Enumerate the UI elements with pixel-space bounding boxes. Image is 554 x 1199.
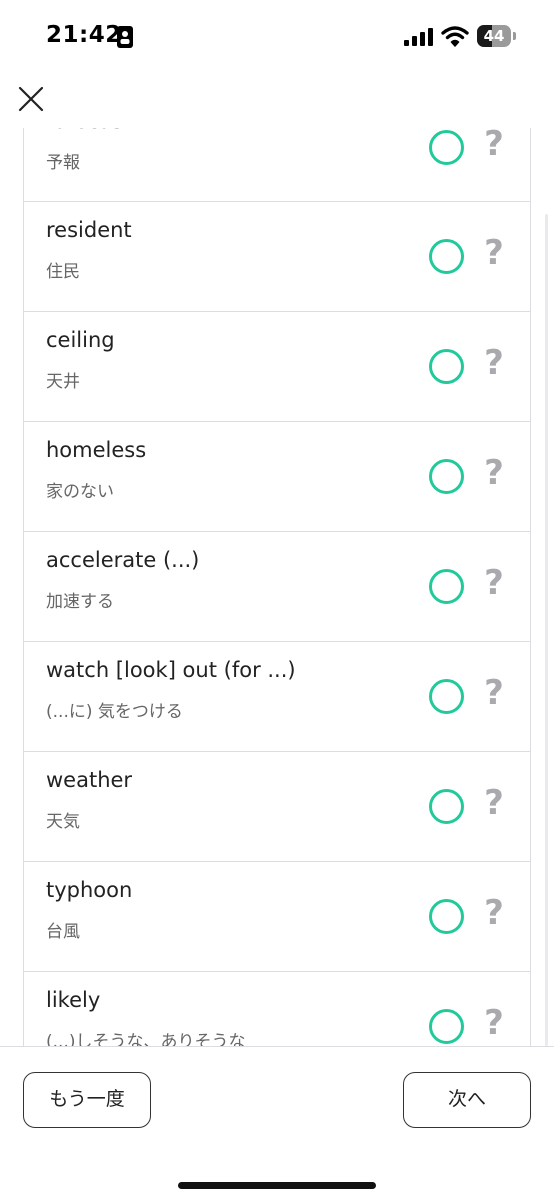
word-row: accelerate (...) 加速する? [23, 532, 531, 642]
known-circle-icon[interactable] [429, 239, 464, 274]
known-circle-icon[interactable] [429, 130, 464, 165]
word-japanese: (...)しそうな、ありそうな [46, 1032, 246, 1046]
unknown-question-icon[interactable]: ? [479, 1001, 509, 1045]
scroll-track[interactable] [545, 214, 548, 1046]
word-japanese: 住民 [46, 262, 80, 282]
unknown-question-icon[interactable]: ? [479, 561, 509, 605]
word-japanese: 予報 [46, 153, 80, 173]
word-english: accelerate (...) [46, 548, 200, 572]
word-english: weather [46, 768, 133, 792]
word-row: ceiling 天井? [23, 312, 531, 422]
word-english: likely [46, 988, 101, 1012]
unknown-question-icon[interactable]: ? [479, 781, 509, 825]
battery-indicator: 44 [477, 25, 517, 47]
word-english: homeless [46, 438, 147, 462]
status-time: 21:42 [46, 22, 122, 48]
battery-cap [513, 32, 516, 40]
retry-button[interactable]: もう一度 [23, 1072, 151, 1128]
word-list-viewport[interactable]: forecast予報?resident住民?ceiling天井?homeless… [0, 128, 554, 1046]
status-bar: 21:42 44 [0, 0, 554, 72]
unknown-question-icon[interactable]: ? [479, 128, 509, 166]
word-japanese: 天気 [46, 812, 80, 832]
word-row: typhoon 台風? [23, 862, 531, 972]
close-x-icon [18, 86, 44, 112]
word-row: homeless 家のない? [23, 422, 531, 532]
bottom-bar: もう一度 次へ [0, 1046, 554, 1199]
known-circle-icon[interactable] [429, 1009, 464, 1044]
known-circle-icon[interactable] [429, 569, 464, 604]
word-japanese: 天井 [46, 372, 80, 392]
word-english: forecast [46, 128, 131, 133]
screen: 21:42 44 予報 ? resident 住民 ? ceiling 天井 ?… [0, 0, 554, 1199]
unknown-question-icon[interactable]: ? [479, 451, 509, 495]
word-japanese: 加速する [46, 592, 114, 612]
word-row: likely (...)しそうな、ありそうな? [23, 972, 531, 1046]
word-list: forecast予報?resident住民?ceiling天井?homeless… [23, 128, 531, 1046]
word-row: forecast 予報? [23, 128, 531, 202]
word-row: weather 天気? [23, 752, 531, 862]
word-row: resident 住民? [23, 202, 531, 312]
home-indicator[interactable] [178, 1182, 376, 1189]
battery-level: 44 [483, 27, 505, 45]
word-english: resident [46, 218, 132, 242]
unknown-question-icon[interactable]: ? [479, 231, 509, 275]
known-circle-icon[interactable] [429, 349, 464, 384]
word-english: typhoon [46, 878, 133, 902]
next-button[interactable]: 次へ [403, 1072, 531, 1128]
word-japanese: 台風 [46, 922, 80, 942]
close-button[interactable] [14, 82, 48, 116]
wifi-icon [441, 26, 469, 47]
word-japanese: 家のない [46, 482, 114, 502]
word-english: ceiling [46, 328, 115, 352]
known-circle-icon[interactable] [429, 789, 464, 824]
unknown-question-icon[interactable]: ? [479, 671, 509, 715]
unknown-question-icon[interactable]: ? [479, 341, 509, 385]
word-row: watch [look] out (for ...) (...に) 気をつける? [23, 642, 531, 752]
known-circle-icon[interactable] [429, 679, 464, 714]
word-english: watch [look] out (for ...) [46, 658, 296, 682]
known-circle-icon[interactable] [429, 899, 464, 934]
contact-card-icon [117, 26, 133, 48]
battery-body: 44 [477, 25, 511, 47]
unknown-question-icon[interactable]: ? [479, 891, 509, 935]
word-japanese: (...に) 気をつける [46, 702, 183, 722]
known-circle-icon[interactable] [429, 459, 464, 494]
cellular-signal-icon [404, 28, 433, 46]
